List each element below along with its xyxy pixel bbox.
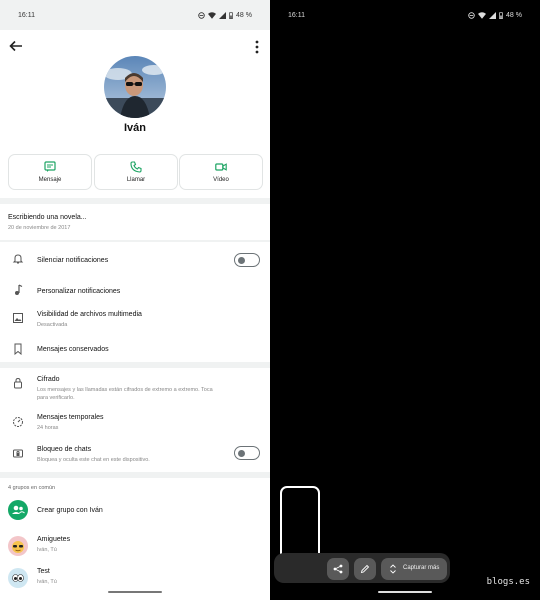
music-note-icon: [15, 284, 23, 295]
group-name: Amiguetes: [37, 536, 71, 543]
encryption-row[interactable]: Cifrado Los mensajes y las llamadas está…: [0, 372, 270, 402]
signal-icon: [489, 12, 497, 19]
status-time: 16:11: [18, 12, 35, 19]
group-avatar-sunglasses-emoji: [8, 536, 28, 556]
edit-button[interactable]: [354, 558, 376, 580]
about-section[interactable]: Escribiendo una novela... 20 de noviembr…: [0, 204, 270, 240]
chat-lock-row[interactable]: Bloqueo de chats Bloquea y oculta este c…: [0, 442, 270, 466]
timer-icon: [13, 417, 23, 427]
group-name: Test: [37, 568, 50, 575]
create-group-icon: [8, 500, 28, 520]
notifications-section: Silenciar notificaciones Personalizar no…: [0, 242, 270, 362]
group-members: Iván, Tú: [37, 547, 57, 553]
bookmark-icon: [14, 343, 22, 355]
media-visibility-label: Visibilidad de archivos multimedia: [37, 311, 142, 318]
mute-notifications-label: Silenciar notificaciones: [37, 257, 109, 264]
temporary-messages-value: 24 horas: [37, 425, 59, 431]
battery-level: 48 %: [236, 12, 252, 19]
dnd-icon: [198, 12, 205, 19]
wifi-icon: [478, 12, 487, 19]
kept-messages-row[interactable]: Mensajes conservados: [0, 340, 270, 358]
expand-vertical-icon: [390, 564, 396, 574]
custom-notifications-label: Personalizar notificaciones: [37, 288, 121, 295]
contact-header: Iván Mensaje Llamar Vídeo: [0, 30, 270, 198]
wifi-icon: [208, 12, 217, 19]
capture-more-button[interactable]: Capturar más: [381, 558, 447, 580]
gesture-nav-bar[interactable]: [108, 591, 162, 593]
message-button[interactable]: Mensaje: [8, 154, 92, 190]
pencil-icon: [360, 564, 370, 574]
status-bar: 16:11 48 %: [270, 0, 540, 30]
chat-lock-label: Bloqueo de chats: [37, 446, 92, 453]
media-visibility-row[interactable]: Visibilidad de archivos multimedia Desac…: [0, 305, 270, 331]
screenshot-screen: 16:11 48 % Capturar más blogs.es: [270, 0, 540, 600]
lock-icon: [14, 377, 22, 389]
temporary-messages-label: Mensajes temporales: [37, 414, 104, 421]
kept-messages-label: Mensajes conservados: [37, 346, 109, 353]
screenshot-toolbar: Capturar más: [274, 553, 450, 583]
gesture-nav-bar[interactable]: [378, 591, 432, 593]
encryption-description-line2: para verificarlo.: [37, 395, 75, 401]
group-avatar-eyes-emoji: [8, 568, 28, 588]
phone-icon: [130, 161, 142, 173]
common-groups-section: 4 grupos en común Crear grupo con Iván A…: [0, 478, 270, 600]
battery-level: 48 %: [506, 12, 522, 19]
chat-lock-icon: [13, 449, 23, 458]
more-options-icon[interactable]: [252, 39, 262, 55]
battery-icon: [229, 12, 233, 19]
encryption-label: Cifrado: [37, 376, 60, 383]
call-button[interactable]: Llamar: [94, 154, 178, 190]
image-icon: [13, 313, 23, 323]
share-button[interactable]: [327, 558, 349, 580]
call-button-label: Llamar: [126, 177, 146, 183]
contact-name: Iván: [123, 122, 146, 134]
about-text: Escribiendo una novela...: [8, 214, 87, 221]
battery-icon: [499, 12, 503, 19]
chat-lock-toggle[interactable]: [234, 446, 260, 460]
signal-icon: [219, 12, 227, 19]
mute-notifications-row[interactable]: Silenciar notificaciones: [0, 249, 270, 271]
chat-lock-description: Bloquea y oculta este chat en este dispo…: [37, 457, 150, 463]
status-icons: 48 %: [198, 12, 252, 19]
create-group-row[interactable]: Crear grupo con Iván: [0, 498, 270, 522]
create-group-label: Crear grupo con Iván: [37, 507, 103, 514]
common-groups-title: 4 grupos en común: [8, 485, 56, 491]
video-camera-icon: [215, 163, 227, 171]
about-date: 20 de noviembre de 2017: [8, 225, 71, 231]
share-icon: [333, 564, 343, 574]
group-row[interactable]: Test Iván, Tú: [0, 564, 270, 592]
back-arrow-icon[interactable]: [8, 38, 24, 54]
bell-icon: [12, 254, 24, 264]
mute-notifications-toggle[interactable]: [234, 253, 260, 267]
message-button-label: Mensaje: [38, 177, 62, 183]
message-icon: [44, 161, 56, 172]
status-bar: 16:11 48 %: [0, 0, 270, 30]
contact-avatar[interactable]: [104, 56, 166, 118]
encryption-description-line1: Los mensajes y las llamadas están cifrad…: [37, 387, 213, 393]
status-time: 16:11: [288, 12, 305, 19]
status-icons: 48 %: [468, 12, 522, 19]
video-button[interactable]: Vídeo: [179, 154, 263, 190]
privacy-section: Cifrado Los mensajes y las llamadas está…: [0, 368, 270, 472]
temporary-messages-row[interactable]: Mensajes temporales 24 horas: [0, 410, 270, 434]
group-members: Iván, Tú: [37, 579, 57, 585]
video-button-label: Vídeo: [213, 177, 229, 183]
media-visibility-status: Desactivada: [37, 322, 68, 328]
capture-more-label: Capturar más: [403, 565, 440, 571]
dnd-icon: [468, 12, 475, 19]
custom-notifications-row[interactable]: Personalizar notificaciones: [0, 280, 270, 302]
group-row[interactable]: Amiguetes Iván, Tú: [0, 532, 270, 560]
contact-info-screen: 16:11 48 % Iván Mensaje Llamar Vídeo Esc…: [0, 0, 270, 600]
watermark: blogs.es: [486, 577, 530, 587]
